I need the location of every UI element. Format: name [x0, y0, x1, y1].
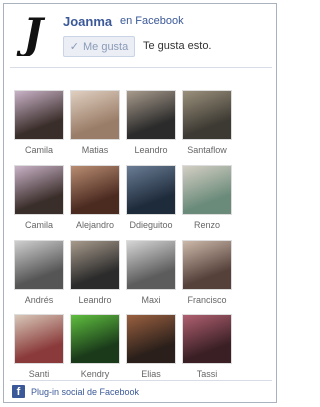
friend-avatar[interactable] — [70, 165, 120, 215]
on-facebook-label: en Facebook — [120, 15, 184, 27]
friend-avatar[interactable] — [14, 90, 64, 140]
friend-name[interactable]: Kendry — [68, 369, 122, 379]
friend-name[interactable]: Camila — [12, 145, 66, 155]
friend-name[interactable]: Andrés — [12, 295, 66, 305]
friend-item[interactable]: Maxi — [124, 240, 178, 305]
friend-name[interactable]: Santaflow — [180, 145, 234, 155]
friend-item[interactable]: Elias — [124, 314, 178, 379]
friend-item[interactable]: Matias — [68, 90, 122, 155]
friend-item[interactable]: Andrés — [12, 240, 66, 305]
divider — [10, 67, 272, 68]
friend-avatar[interactable] — [182, 240, 232, 290]
friend-avatar[interactable] — [182, 90, 232, 140]
friend-avatar[interactable] — [126, 165, 176, 215]
page-name-link[interactable]: Joanma — [63, 14, 112, 29]
friend-item[interactable]: Ddieguitoo — [124, 165, 178, 230]
friend-item[interactable]: Kendry — [68, 314, 122, 379]
social-plugin-link[interactable]: Plug-in social de Facebook — [31, 387, 139, 397]
like-button[interactable]: ✓ Me gusta — [63, 36, 135, 57]
friend-name[interactable]: Ddieguitoo — [124, 220, 178, 230]
friend-avatar[interactable] — [70, 90, 120, 140]
divider — [10, 380, 272, 381]
facebook-icon: f — [12, 385, 25, 398]
friend-item[interactable]: Leandro — [124, 90, 178, 155]
friend-avatar[interactable] — [70, 314, 120, 364]
friend-avatar[interactable] — [126, 90, 176, 140]
friend-item[interactable]: Francisco — [180, 240, 234, 305]
friend-avatar[interactable] — [14, 314, 64, 364]
friend-item[interactable]: Camila — [12, 90, 66, 155]
page-logo[interactable]: J — [16, 10, 50, 56]
friend-avatar[interactable] — [126, 240, 176, 290]
friend-name[interactable]: Matias — [68, 145, 122, 155]
friend-name[interactable]: Santi — [12, 369, 66, 379]
friend-name[interactable]: Leandro — [68, 295, 122, 305]
friend-name[interactable]: Maxi — [124, 295, 178, 305]
footer: f Plug-in social de Facebook — [12, 385, 139, 398]
friend-name[interactable]: Alejandro — [68, 220, 122, 230]
friend-avatar[interactable] — [14, 240, 64, 290]
check-icon: ✓ — [69, 41, 79, 53]
like-button-label: Me gusta — [82, 40, 129, 53]
friend-name[interactable]: Renzo — [180, 220, 234, 230]
friend-name[interactable]: Elias — [124, 369, 178, 379]
friend-avatar[interactable] — [182, 314, 232, 364]
svg-text:J: J — [16, 10, 46, 56]
friend-item[interactable]: Leandro — [68, 240, 122, 305]
friend-name[interactable]: Tassi — [180, 369, 234, 379]
friend-item[interactable]: Alejandro — [68, 165, 122, 230]
friend-avatar[interactable] — [70, 240, 120, 290]
friend-avatar[interactable] — [182, 165, 232, 215]
friend-name[interactable]: Camila — [12, 220, 66, 230]
friend-item[interactable]: Renzo — [180, 165, 234, 230]
friend-item[interactable]: Camila — [12, 165, 66, 230]
friend-name[interactable]: Francisco — [180, 295, 234, 305]
friend-item[interactable]: Santaflow — [180, 90, 234, 155]
friend-name[interactable]: Leandro — [124, 145, 178, 155]
like-status-text: Te gusta esto. — [143, 40, 212, 52]
friend-item[interactable]: Santi — [12, 314, 66, 379]
friend-avatar[interactable] — [126, 314, 176, 364]
friend-item[interactable]: Tassi — [180, 314, 234, 379]
friend-avatar[interactable] — [14, 165, 64, 215]
